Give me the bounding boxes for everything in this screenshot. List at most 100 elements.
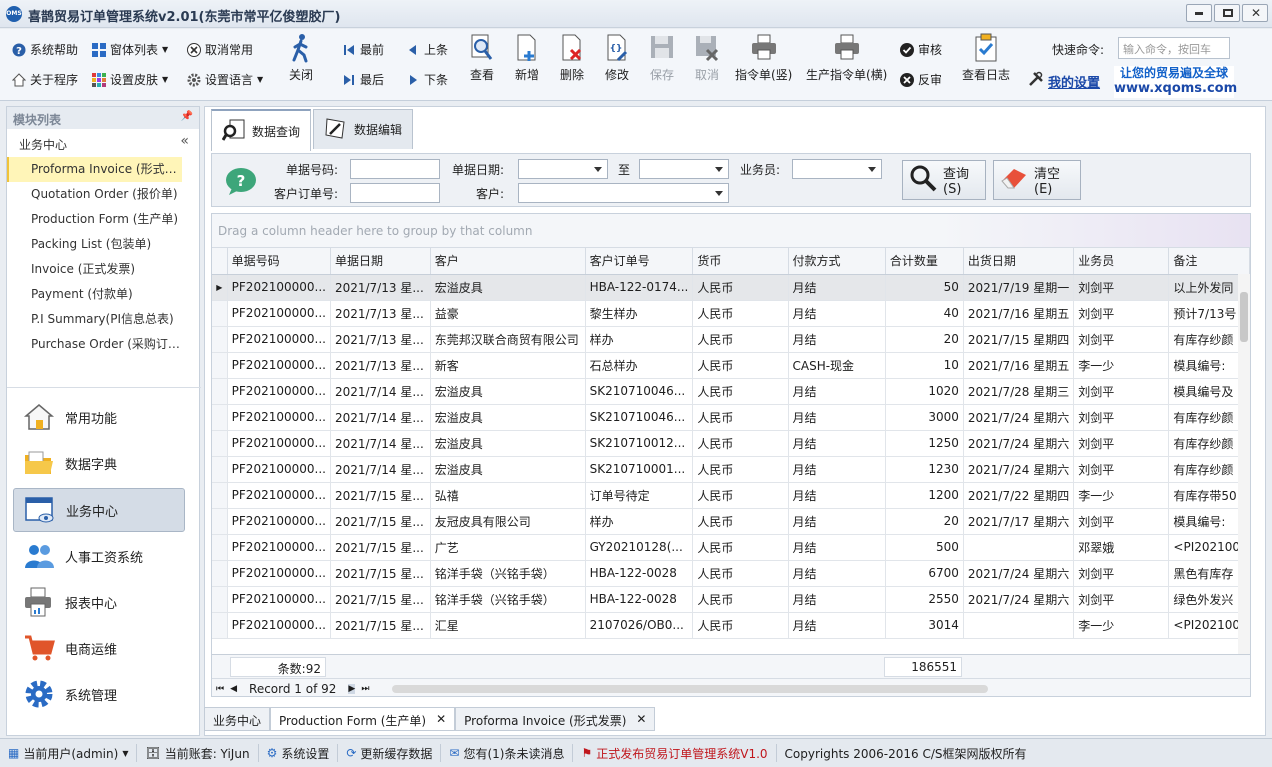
table-row[interactable]: ▶ PF202100000... 2021/7/13 星... 宏溢皮具 HBA-122… xyxy=(212,274,1250,301)
table-row[interactable]: PF202100000... 2021/7/13 星... 东莞邦汉联合商贸有限公司… xyxy=(212,326,1250,353)
language-button[interactable]: 设置语言 ▼ xyxy=(187,71,263,88)
customer-select[interactable] xyxy=(518,183,729,203)
column-header-salesman[interactable]: 业务员 xyxy=(1073,248,1170,275)
sidebar-item-proforma-invoice[interactable]: Proforma Invoice (形式发票) xyxy=(7,157,182,182)
table-row[interactable]: PF202100000... 2021/7/15 星... 汇星 2107026/OB… xyxy=(212,612,1250,639)
prev-page-icon[interactable]: ◀ xyxy=(230,684,237,694)
row-indicator[interactable] xyxy=(212,560,228,587)
horizontal-scrollbar[interactable] xyxy=(392,685,988,693)
close-button[interactable]: 关闭 xyxy=(288,33,314,83)
customer-order-input[interactable] xyxy=(350,183,440,203)
doc-no-input[interactable] xyxy=(350,159,440,179)
cancel-common-button[interactable]: 取消常用 xyxy=(187,41,253,58)
table-row[interactable]: PF202100000... 2021/7/15 星... 弘禧 订单号待定 人民币 月结… xyxy=(212,482,1250,509)
pin-icon[interactable]: 📌 xyxy=(181,111,193,122)
row-indicator[interactable]: ▶ xyxy=(212,274,228,301)
minimize-button[interactable] xyxy=(1186,4,1212,22)
next-record-button[interactable]: 下条 xyxy=(406,71,448,88)
last-record-button[interactable]: 最后 xyxy=(342,71,384,88)
table-row[interactable]: PF202100000... 2021/7/14 星... 宏溢皮具 SK210710… xyxy=(212,378,1250,405)
column-header-doc-date[interactable]: 单据日期 xyxy=(330,248,431,275)
table-row[interactable]: PF202100000... 2021/7/13 星... 新客 石总样办 人民币 CAS… xyxy=(212,352,1250,379)
edit-button[interactable]: {} 修改 xyxy=(604,33,630,83)
unaudit-button[interactable]: 反审 xyxy=(900,71,942,88)
maximize-button[interactable] xyxy=(1214,4,1240,22)
row-indicator[interactable] xyxy=(212,300,228,327)
delete-button[interactable]: 删除 xyxy=(559,33,585,83)
collapse-icon[interactable]: « xyxy=(180,133,189,149)
column-header-ship-date[interactable]: 出货日期 xyxy=(963,248,1075,275)
row-indicator[interactable] xyxy=(212,508,228,535)
sidebar-item-packing-list[interactable]: Packing List (包装单) xyxy=(7,232,182,257)
tab-data-query[interactable]: 数据查询 xyxy=(211,109,312,151)
doc-date-from-select[interactable] xyxy=(518,159,608,179)
table-row[interactable]: PF202100000... 2021/7/14 星... 宏溢皮具 SK210710… xyxy=(212,456,1250,483)
doc-tab-proforma-invoice[interactable]: Proforma Invoice (形式发票) ✕ xyxy=(455,707,656,731)
nav-report-center[interactable]: 报表中心 xyxy=(13,580,185,624)
column-header-total-quantity[interactable]: 合计数量 xyxy=(885,248,964,275)
add-button[interactable]: 新增 xyxy=(514,33,540,83)
help-button[interactable]: ? 系统帮助 xyxy=(12,41,78,58)
my-settings-link[interactable]: 我的设置 xyxy=(1028,71,1100,91)
command-vertical-button[interactable]: 指令单(竖) xyxy=(735,33,792,83)
next-page-icon[interactable]: ▶ xyxy=(348,683,356,694)
nav-data-dictionary[interactable]: 数据字典 xyxy=(13,441,185,485)
view-button[interactable]: 查看 xyxy=(469,33,495,83)
column-header-payment-method[interactable]: 付款方式 xyxy=(788,248,886,275)
search-button[interactable]: 查询(S) xyxy=(902,160,986,200)
table-row[interactable]: PF202100000... 2021/7/15 星... 铭洋手袋（兴铭手袋） HB… xyxy=(212,560,1250,587)
table-row[interactable]: PF202100000... 2021/7/14 星... 宏溢皮具 SK210710… xyxy=(212,404,1250,431)
sidebar-item-purchase-order[interactable]: Purchase Order (采购订单) xyxy=(7,332,182,357)
doc-tab-production-form[interactable]: Production Form (生产单) ✕ xyxy=(270,707,456,731)
doc-tab-business-center[interactable]: 业务中心 xyxy=(204,707,271,731)
table-row[interactable]: PF202100000... 2021/7/14 星... 宏溢皮具 SK210710… xyxy=(212,430,1250,457)
sidebar-group-business[interactable]: 业务中心 « xyxy=(7,129,199,157)
salesman-select[interactable] xyxy=(792,159,882,179)
nav-ecommerce-ops[interactable]: 电商运维 xyxy=(13,626,185,670)
doc-date-to-select[interactable] xyxy=(639,159,729,179)
quick-command-input[interactable]: 输入命令，按回车 xyxy=(1118,37,1230,59)
window-list-button[interactable]: 窗体列表 ▼ xyxy=(92,41,168,58)
sidebar-item-pi-summary[interactable]: P.I Summary(PI信息总表) xyxy=(7,307,182,332)
row-indicator[interactable] xyxy=(212,612,228,639)
vertical-scroll-thumb[interactable] xyxy=(1240,292,1248,342)
clear-button[interactable]: 清空(E) xyxy=(993,160,1081,200)
column-header-remarks[interactable]: 备注 xyxy=(1168,248,1250,275)
sidebar-item-quotation-order[interactable]: Quotation Order (报价单) xyxy=(7,182,182,207)
view-log-button[interactable]: 查看日志 xyxy=(962,33,1010,83)
row-indicator[interactable] xyxy=(212,482,228,509)
sidebar-item-invoice[interactable]: Invoice (正式发票) xyxy=(7,257,182,282)
close-tab-icon[interactable]: ✕ xyxy=(436,712,446,726)
row-indicator[interactable] xyxy=(212,352,228,379)
production-command-button[interactable]: 生产指令单(横) xyxy=(806,33,887,83)
row-indicator[interactable] xyxy=(212,378,228,405)
row-indicator[interactable] xyxy=(212,326,228,353)
save-button[interactable]: 保存 xyxy=(649,33,675,83)
table-row[interactable]: PF202100000... 2021/7/15 星... 铭洋手袋（兴铭手袋） HB… xyxy=(212,586,1250,613)
row-indicator[interactable] xyxy=(212,430,228,457)
about-button[interactable]: 关于程序 xyxy=(11,71,78,88)
table-row[interactable]: PF202100000... 2021/7/13 星... 益豪 黎生样办 人民币 月结 4… xyxy=(212,300,1250,327)
nav-common-functions[interactable]: 常用功能 xyxy=(13,395,185,439)
messages-link[interactable]: ✉ 您有(1)条未读消息 xyxy=(441,744,574,762)
nav-business-center[interactable]: 业务中心 xyxy=(13,488,185,532)
row-indicator[interactable] xyxy=(212,456,228,483)
column-header-currency[interactable]: 货币 xyxy=(692,248,789,275)
group-panel[interactable]: Drag a column header here to group by th… xyxy=(212,214,1250,248)
release-link[interactable]: ⚑ 正式发布贸易订单管理系统V1.0 xyxy=(573,744,777,762)
close-tab-icon[interactable]: ✕ xyxy=(636,712,646,726)
row-indicator[interactable] xyxy=(212,586,228,613)
refresh-cache-link[interactable]: ⟳ 更新缓存数据 xyxy=(338,744,442,762)
sidebar-item-payment[interactable]: Payment (付款单) xyxy=(7,282,182,307)
current-user[interactable]: ▦ 当前用户(admin) ▼ xyxy=(0,744,138,762)
nav-system-management[interactable]: 系统管理 xyxy=(13,672,185,716)
last-page-icon[interactable]: ⏭ xyxy=(361,684,369,694)
vertical-scrollbar[interactable] xyxy=(1238,274,1250,654)
cancel-button[interactable]: 取消 xyxy=(694,33,720,83)
sidebar-item-production-form[interactable]: Production Form (生产单) xyxy=(7,207,182,232)
row-indicator[interactable] xyxy=(212,534,228,561)
column-header-customer-order[interactable]: 客户订单号 xyxy=(585,248,694,275)
system-settings-link[interactable]: ⚙ 系统设置 xyxy=(259,744,339,762)
skin-button[interactable]: 设置皮肤 ▼ xyxy=(92,71,168,88)
close-window-button[interactable]: ✕ xyxy=(1242,4,1268,22)
